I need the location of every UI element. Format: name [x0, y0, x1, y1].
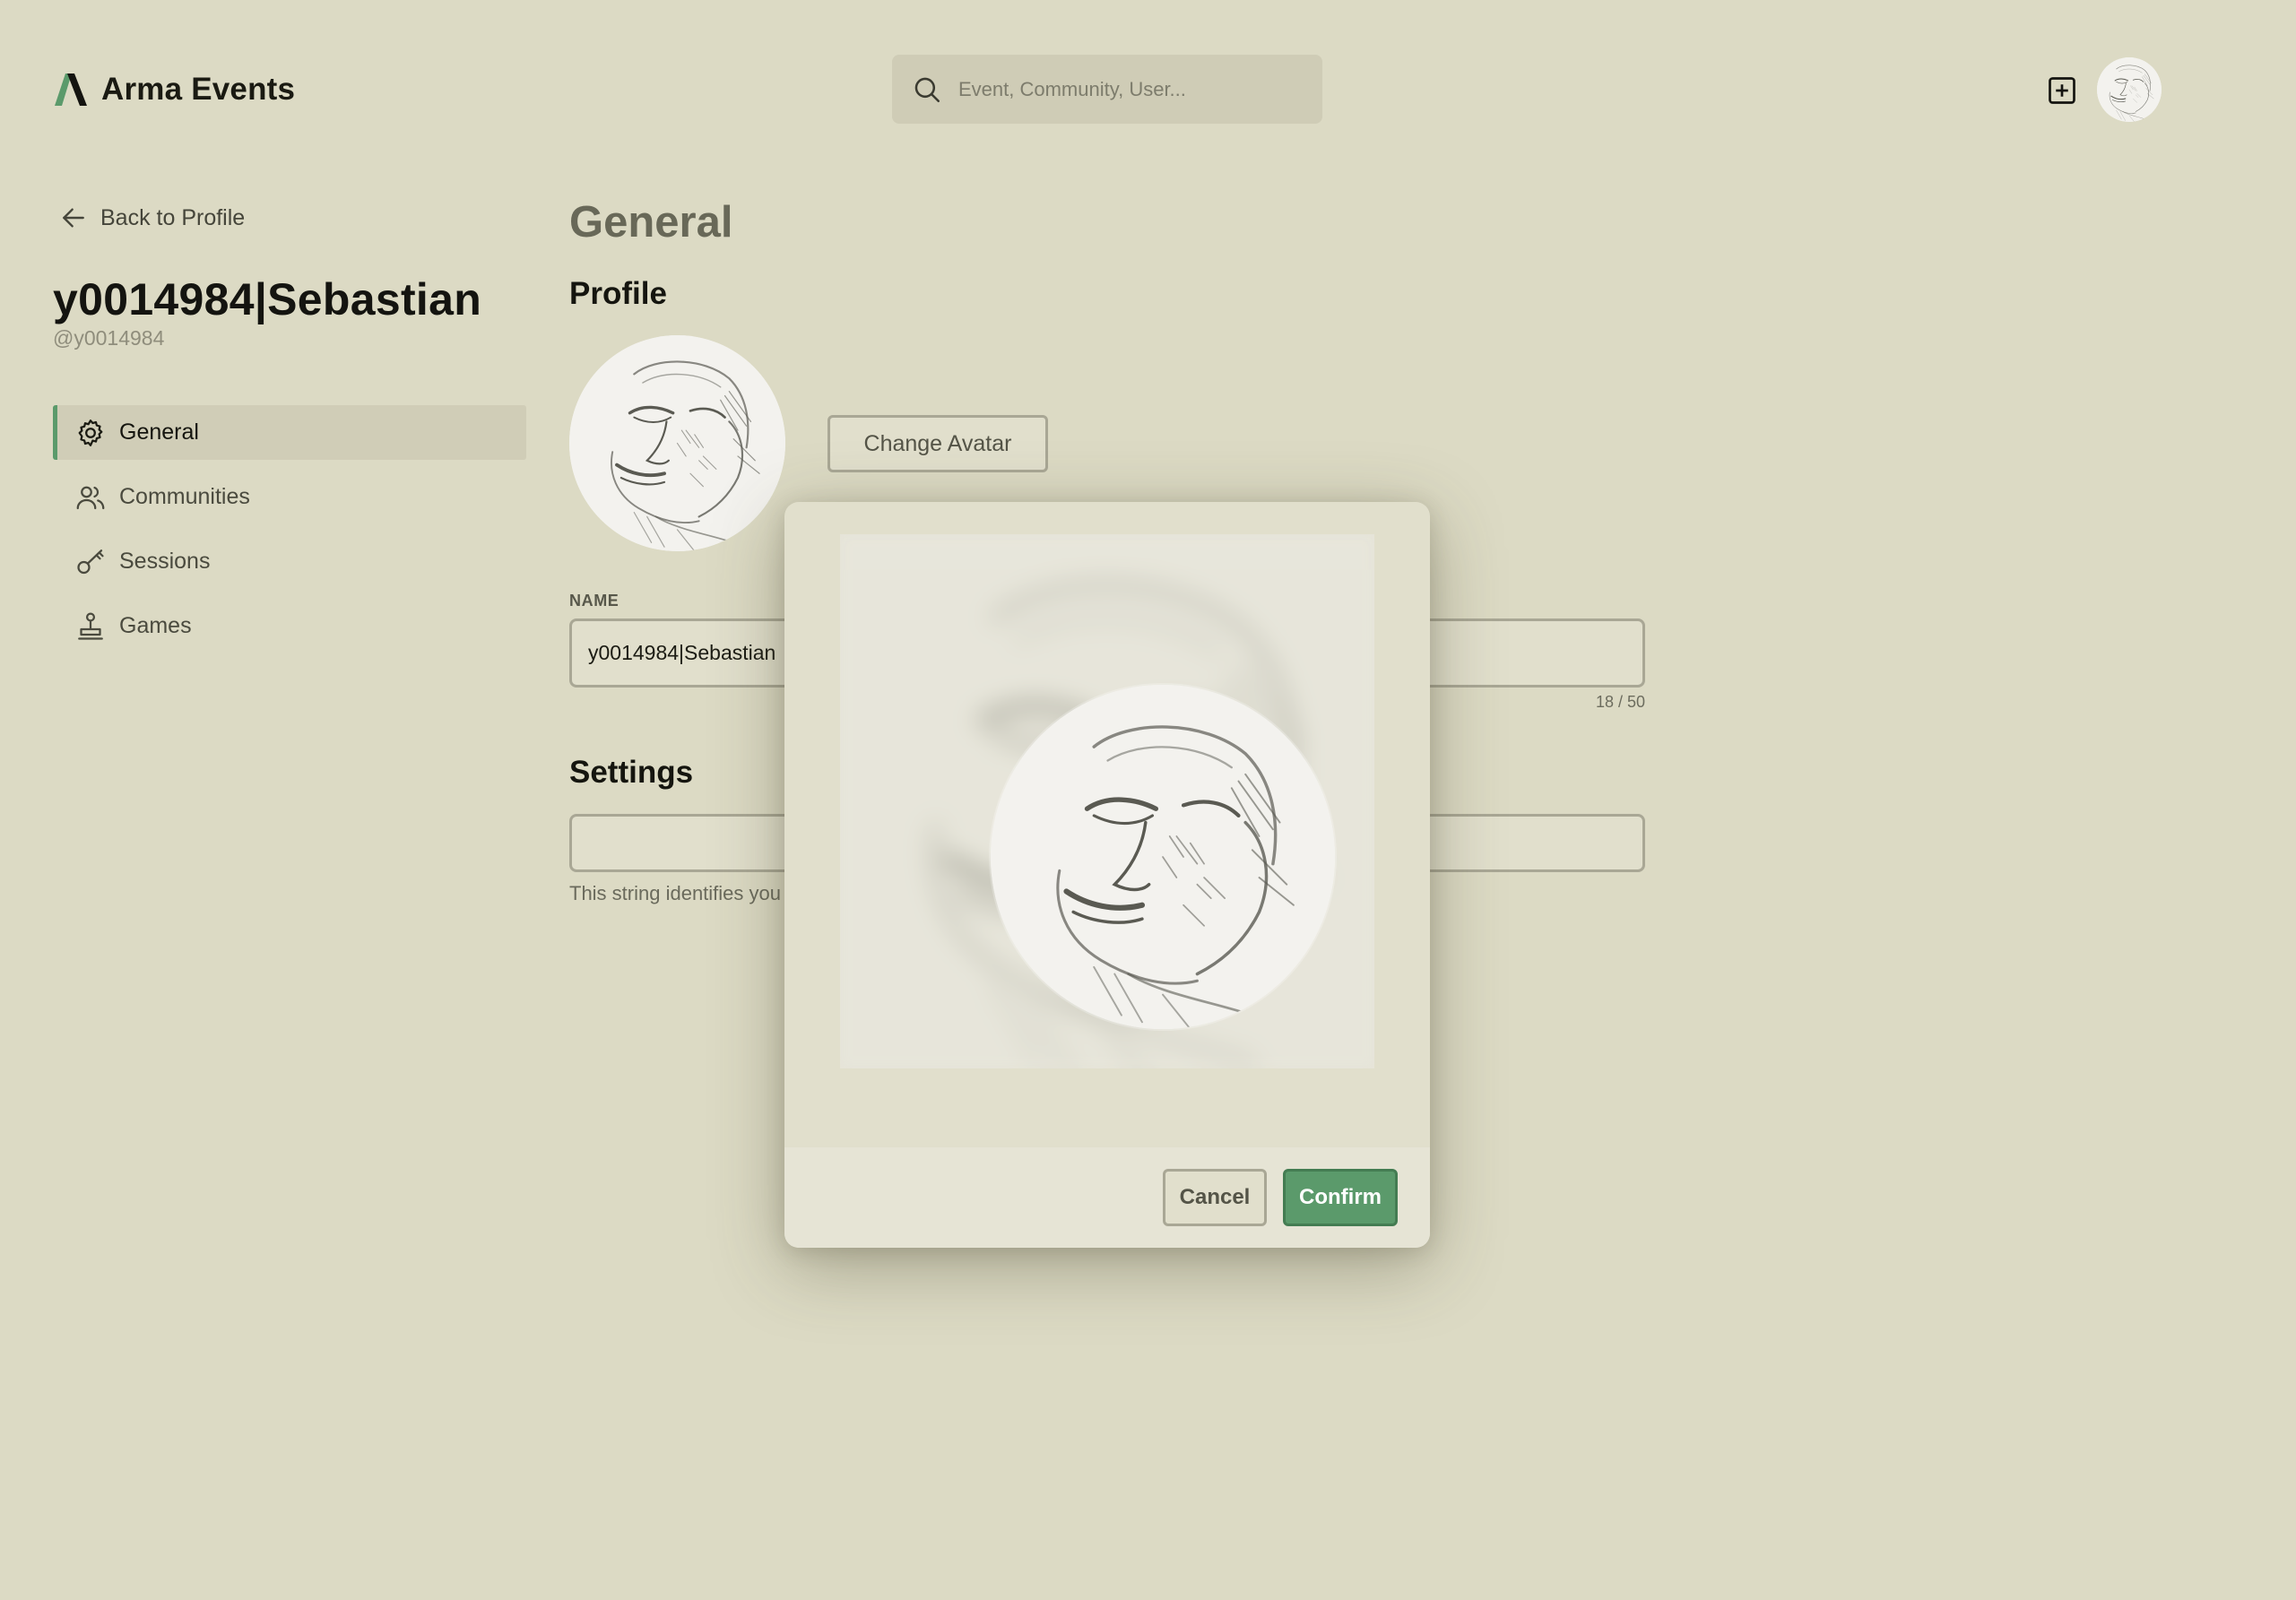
- settings-nav: General Communities Sessions Games: [53, 405, 526, 663]
- arrow-left-icon: [63, 208, 84, 228]
- profile-heading: Profile: [569, 276, 667, 311]
- nav-item-label: Communities: [119, 484, 250, 509]
- profile-handle: @y0014984: [53, 326, 165, 350]
- app-root: Arma Events Back to Profile y0014984|Seb…: [0, 0, 2296, 1600]
- nav-item-label: Games: [119, 613, 192, 638]
- dialog-footer: Cancel Confirm: [784, 1147, 1430, 1248]
- profile-username: y0014984|Sebastian: [53, 274, 482, 324]
- search-bar[interactable]: [892, 55, 1322, 124]
- cancel-button[interactable]: Cancel: [1163, 1169, 1267, 1226]
- users-icon: [76, 486, 105, 509]
- key-icon: [77, 549, 104, 574]
- avatar-image: [2097, 57, 2162, 122]
- nav-item-games[interactable]: Games: [53, 599, 526, 653]
- back-to-profile-label: Back to Profile: [100, 204, 246, 230]
- avatar-crop-dialog: Cancel Confirm: [784, 502, 1430, 1248]
- joystick-icon: [78, 611, 103, 640]
- name-field-label: NAME: [569, 592, 619, 610]
- nav-item-general[interactable]: General: [53, 405, 526, 460]
- nav-item-sessions[interactable]: Sessions: [53, 534, 526, 589]
- confirm-button[interactable]: Confirm: [1283, 1169, 1398, 1226]
- page-title: General: [569, 198, 733, 246]
- settings-heading: Settings: [569, 755, 694, 790]
- app-name: Arma Events: [101, 72, 296, 107]
- back-to-profile-link[interactable]: Back to Profile: [59, 203, 245, 232]
- search-input[interactable]: [958, 77, 1299, 101]
- search-icon: [914, 77, 940, 102]
- settings-helper-text: This string identifies you: [569, 882, 781, 904]
- nav-item-label: Sessions: [119, 549, 211, 574]
- crop-selection-circle[interactable]: [991, 685, 1335, 1029]
- nav-item-communities[interactable]: Communities: [53, 470, 526, 524]
- avatar-crop-area[interactable]: [840, 534, 1374, 1068]
- create-button[interactable]: [2046, 74, 2078, 107]
- avatar-image: [569, 335, 785, 551]
- profile-avatar: [569, 335, 785, 551]
- change-avatar-button[interactable]: Change Avatar: [827, 415, 1048, 472]
- gear-icon: [78, 419, 103, 446]
- name-char-counter: 18 / 50: [1595, 693, 1645, 711]
- app-logo[interactable]: Arma Events: [53, 72, 295, 108]
- avatar-image: [991, 685, 1335, 1029]
- user-avatar-menu[interactable]: [2097, 57, 2162, 122]
- plus-square-icon: [2049, 77, 2075, 104]
- arma-logo-icon: [55, 74, 87, 106]
- nav-item-label: General: [119, 419, 199, 445]
